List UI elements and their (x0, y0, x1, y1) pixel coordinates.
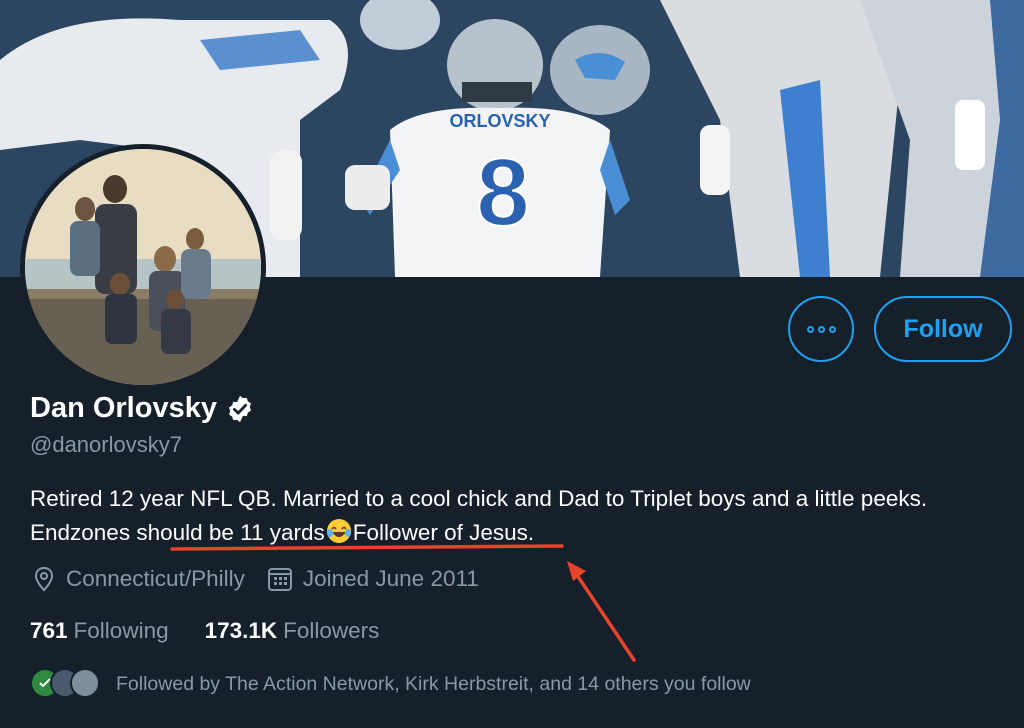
more-horizontal-icon-dot (828, 325, 836, 333)
profile-bio: Retired 12 year NFL QB. Married to a coo… (30, 482, 990, 550)
profile-name-row: Dan Orlovsky (30, 392, 255, 425)
followed-by-text: Followed by The Action Network, Kirk Her… (116, 672, 751, 695)
location-item: Connecticut/Philly (32, 566, 245, 592)
following-link[interactable]: 761 Following (30, 618, 169, 644)
avatar-photo (25, 149, 261, 385)
profile-stats: 761 Following 173.1K Followers (30, 618, 415, 644)
joined-item: Joined June 2011 (267, 566, 479, 592)
profile-name: Dan Orlovsky (30, 392, 217, 424)
verified-badge-icon (228, 395, 251, 422)
more-horizontal-icon (806, 325, 814, 333)
bio-text: Retired 12 year NFL QB. Married to a coo… (30, 486, 928, 511)
tears-of-joy-emoji-icon (326, 519, 351, 543)
bio-text-end: Follower of Jesus. (352, 520, 535, 545)
followers-link[interactable]: 173.1K Followers (205, 618, 380, 644)
location-pin-icon (34, 566, 54, 592)
location-text: Connecticut/Philly (66, 566, 245, 591)
following-count: 761 (30, 618, 68, 643)
following-label: Following (73, 618, 169, 643)
annotation-arrow-shaft (573, 570, 636, 662)
joined-text: Joined June 2011 (302, 566, 479, 591)
followed-by-row[interactable]: Followed by The Action Network, Kirk Her… (30, 668, 751, 700)
bio-highlighted-text: Endzones should be 11 yards (30, 520, 325, 545)
profile-avatar[interactable] (20, 144, 266, 390)
follower-avatar-3 (70, 668, 100, 698)
profile-meta: Connecticut/Philly Joined June 2011 (32, 566, 501, 592)
more-horizontal-icon-dot (817, 325, 825, 333)
calendar-icon (267, 568, 292, 591)
followers-count: 173.1K (204, 618, 278, 643)
follower-avatars (30, 668, 100, 700)
more-options-button[interactable] (788, 296, 854, 362)
annotation-arrow-head (567, 561, 586, 581)
follow-button[interactable]: Follow (874, 296, 1012, 362)
profile-handle: @danorlovsky7 (30, 432, 182, 457)
followers-label: Followers (283, 618, 380, 643)
jersey-name: ORLOVSKY (449, 111, 550, 131)
jersey-number: 8 (476, 139, 529, 246)
